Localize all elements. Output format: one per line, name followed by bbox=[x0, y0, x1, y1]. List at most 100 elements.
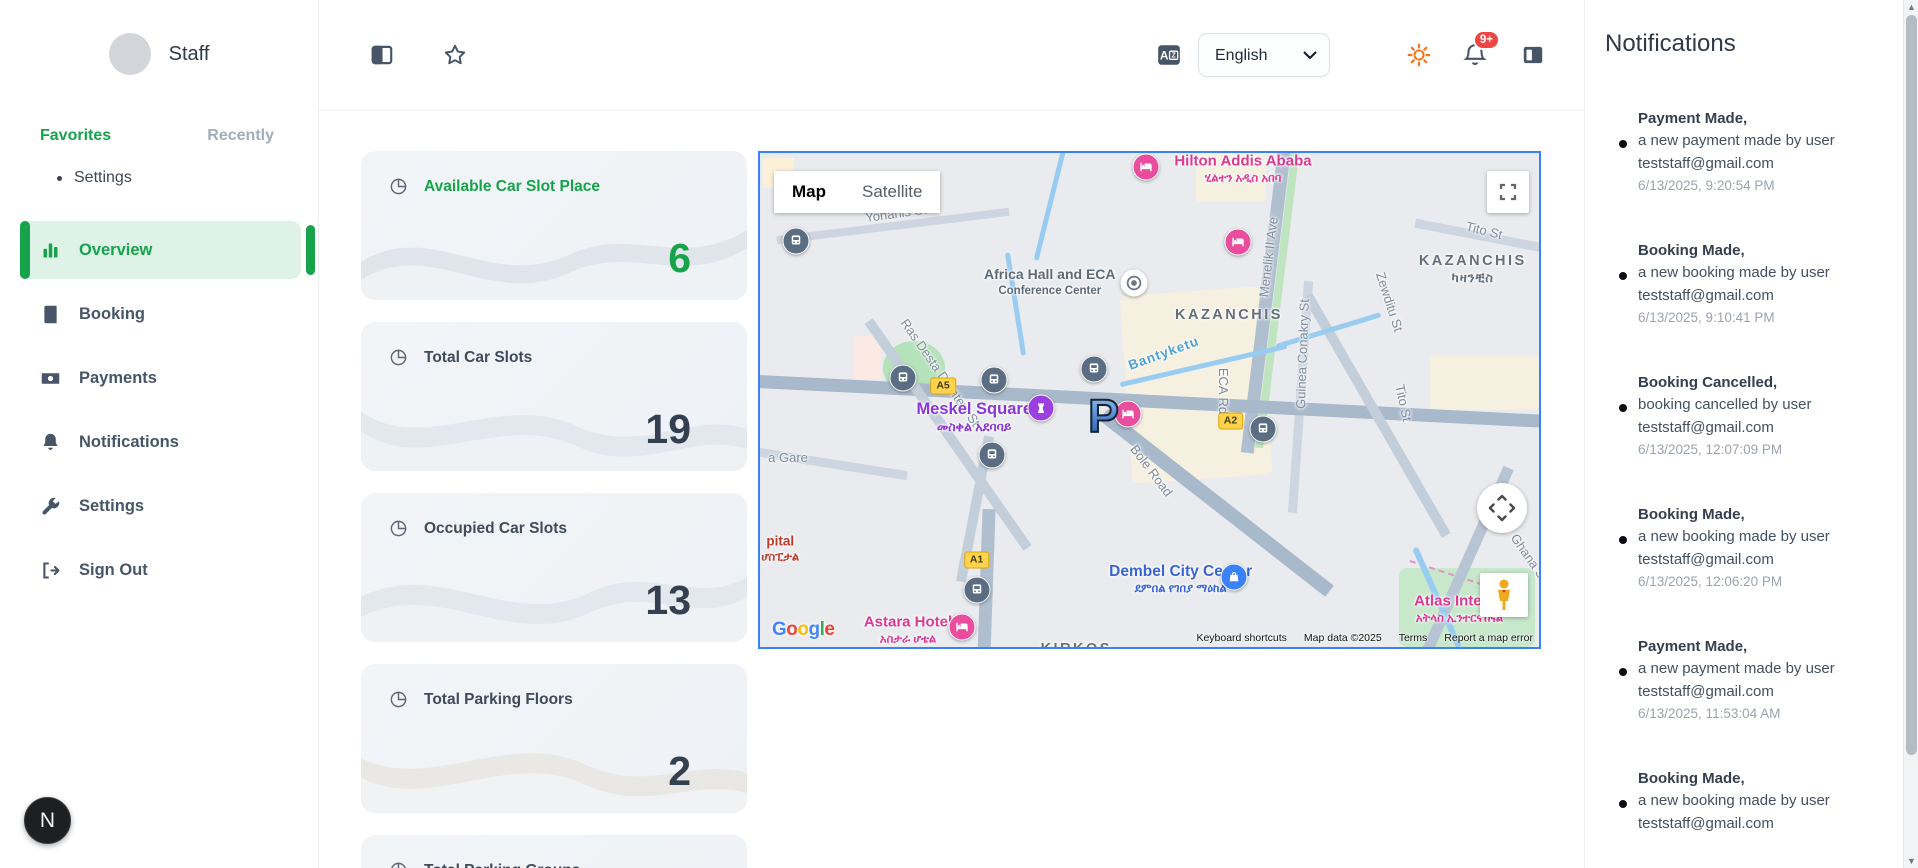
bullet-icon bbox=[1619, 272, 1627, 280]
bar-chart-icon bbox=[40, 240, 61, 261]
notifications-panel-title: Notifications bbox=[1605, 30, 1889, 58]
sign-out-icon bbox=[40, 560, 61, 581]
notification-item[interactable]: Payment Made, a new payment made by user… bbox=[1619, 108, 1889, 197]
active-indicator-left bbox=[20, 221, 30, 279]
pie-chart-icon bbox=[389, 348, 408, 367]
favorite-star-icon[interactable] bbox=[442, 42, 468, 68]
satellite-view-button[interactable]: Satellite bbox=[844, 171, 940, 213]
dashboard-content: Available Car Slot Place 6 Total Car Slo… bbox=[319, 111, 1584, 868]
pie-chart-icon bbox=[389, 519, 408, 538]
sidebar-item-label: Sign Out bbox=[79, 561, 148, 580]
bus-stop-pin[interactable] bbox=[963, 576, 990, 603]
map-label: pitalሆስፒታል bbox=[761, 533, 799, 564]
pan-control-button[interactable] bbox=[1477, 483, 1527, 533]
theme-sun-icon[interactable] bbox=[1406, 42, 1432, 68]
hotel-pin[interactable] bbox=[948, 614, 975, 641]
terms-link[interactable]: Terms bbox=[1399, 632, 1428, 644]
keyboard-shortcuts-link[interactable]: Keyboard shortcuts bbox=[1196, 632, 1286, 644]
bus-stop-pin[interactable] bbox=[782, 228, 809, 255]
bus-stop-pin[interactable] bbox=[979, 442, 1006, 469]
stat-card-occupied-slots[interactable]: Occupied Car Slots 13 bbox=[361, 493, 747, 642]
map-type-control: Map Satellite bbox=[774, 171, 940, 213]
stat-card-parking-groups[interactable]: Total Parking Groups bbox=[361, 835, 747, 868]
bus-stop-pin[interactable] bbox=[980, 367, 1007, 394]
language-select[interactable]: English bbox=[1198, 33, 1330, 77]
stat-card-value: 2 bbox=[668, 748, 691, 795]
bullet-icon bbox=[1619, 800, 1627, 808]
sidebar-item-payments[interactable]: Payments bbox=[20, 349, 301, 407]
window-scrollbar[interactable]: ▲ ▼ bbox=[1903, 0, 1918, 868]
main-area: AZ English 9+ bbox=[319, 0, 1584, 868]
notification-timestamp: 6/13/2025, 9:20:54 PM bbox=[1638, 175, 1868, 197]
sidebar-item-label: Payments bbox=[79, 369, 157, 388]
topbar: AZ English 9+ bbox=[319, 0, 1584, 111]
scrollbar-thumb[interactable] bbox=[1906, 15, 1917, 755]
notification-item[interactable]: Payment Made, a new payment made by user… bbox=[1619, 636, 1889, 725]
hotel-pin[interactable] bbox=[1133, 153, 1160, 180]
notification-description: a new booking made by user teststaff@gma… bbox=[1638, 525, 1868, 571]
tab-favorites[interactable]: Favorites bbox=[40, 127, 111, 145]
bus-stop-pin[interactable] bbox=[889, 365, 916, 392]
notification-description: a new payment made by user teststaff@gma… bbox=[1638, 129, 1868, 175]
google-logo[interactable]: Google bbox=[772, 619, 834, 641]
stat-card-available-slots[interactable]: Available Car Slot Place 6 bbox=[361, 151, 747, 300]
fullscreen-button[interactable] bbox=[1487, 171, 1529, 213]
bus-stop-pin[interactable] bbox=[1250, 415, 1277, 442]
right-panel-toggle-icon[interactable] bbox=[1520, 42, 1546, 68]
active-indicator-right bbox=[306, 225, 315, 275]
sidebar-item-label: Overview bbox=[79, 241, 152, 260]
notification-item[interactable]: Booking Cancelled, booking cancelled by … bbox=[1619, 372, 1889, 461]
report-error-link[interactable]: Report a map error bbox=[1444, 632, 1533, 644]
notification-item[interactable]: Booking Made, a new booking made by user… bbox=[1619, 768, 1889, 835]
pie-chart-icon bbox=[389, 177, 408, 196]
pegman-icon bbox=[1493, 578, 1515, 612]
notification-item[interactable]: Booking Made, a new booking made by user… bbox=[1619, 504, 1889, 593]
notification-timestamp: 6/13/2025, 12:07:09 PM bbox=[1638, 439, 1868, 461]
poi-pin[interactable] bbox=[1120, 269, 1147, 296]
stat-card-title: Total Parking Floors bbox=[424, 691, 573, 709]
sidebar-item-overview[interactable]: Overview bbox=[20, 221, 301, 279]
map-view-button[interactable]: Map bbox=[774, 171, 844, 213]
notification-item[interactable]: Booking Made, a new booking made by user… bbox=[1619, 240, 1889, 329]
notification-title: Payment Made, bbox=[1638, 108, 1868, 129]
sidebar-item-booking[interactable]: Booking bbox=[20, 285, 301, 343]
scroll-down-arrow-icon[interactable]: ▼ bbox=[1904, 854, 1918, 868]
tab-recently[interactable]: Recently bbox=[207, 127, 274, 145]
pan-arrows-icon bbox=[1487, 493, 1517, 523]
sidebar-toggle-icon[interactable] bbox=[369, 42, 395, 68]
devtools-button[interactable]: N bbox=[24, 797, 71, 844]
bullet-icon bbox=[57, 176, 62, 181]
map-data-label: Map data ©2025 bbox=[1304, 632, 1382, 644]
wrench-icon bbox=[40, 496, 61, 517]
bus-stop-pin[interactable] bbox=[1081, 356, 1108, 383]
sidebar-item-sign-out[interactable]: Sign Out bbox=[20, 541, 301, 599]
sidebar-nav: Overview Booking Payments Notification bbox=[0, 221, 318, 599]
notification-timestamp: 6/13/2025, 12:06:20 PM bbox=[1638, 571, 1868, 593]
map-label: Zewditu St bbox=[1372, 270, 1406, 333]
favorite-item-label: Settings bbox=[74, 169, 132, 187]
stat-card-title: Total Car Slots bbox=[424, 349, 532, 367]
favorite-item-settings[interactable]: Settings bbox=[57, 169, 318, 187]
map-label: KAZANCHISካዛንቺስ bbox=[1419, 252, 1527, 286]
profile[interactable]: Staff bbox=[0, 0, 318, 75]
app-window: Staff Favorites Recently Settings Overvi… bbox=[0, 0, 1918, 868]
parking-marker[interactable]: P bbox=[1088, 393, 1119, 439]
hotel-pin[interactable] bbox=[1224, 229, 1251, 256]
stat-card-value: 13 bbox=[645, 577, 691, 624]
svg-text:A: A bbox=[1160, 48, 1169, 62]
notifications-panel: Notifications Payment Made, a new paymen… bbox=[1584, 0, 1903, 868]
notification-description: a new booking made by user teststaff@gma… bbox=[1638, 789, 1868, 835]
notification-title: Booking Made, bbox=[1638, 504, 1868, 525]
google-map[interactable]: Hilton Addis Ababaሂልተን አዲስ አበባYohanis St… bbox=[758, 151, 1541, 649]
notifications-bell-button[interactable]: 9+ bbox=[1462, 42, 1488, 68]
sidebar-item-label: Settings bbox=[79, 497, 144, 516]
sidebar-item-notifications[interactable]: Notifications bbox=[20, 413, 301, 471]
bullet-icon bbox=[1619, 140, 1627, 148]
landmark-pin[interactable] bbox=[1028, 394, 1055, 421]
scroll-up-arrow-icon[interactable]: ▲ bbox=[1904, 0, 1918, 14]
shopping-pin[interactable] bbox=[1220, 564, 1247, 591]
pegman-button[interactable] bbox=[1480, 573, 1528, 617]
stat-card-total-slots[interactable]: Total Car Slots 19 bbox=[361, 322, 747, 471]
sidebar-item-settings[interactable]: Settings bbox=[20, 477, 301, 535]
stat-card-parking-floors[interactable]: Total Parking Floors 2 bbox=[361, 664, 747, 813]
